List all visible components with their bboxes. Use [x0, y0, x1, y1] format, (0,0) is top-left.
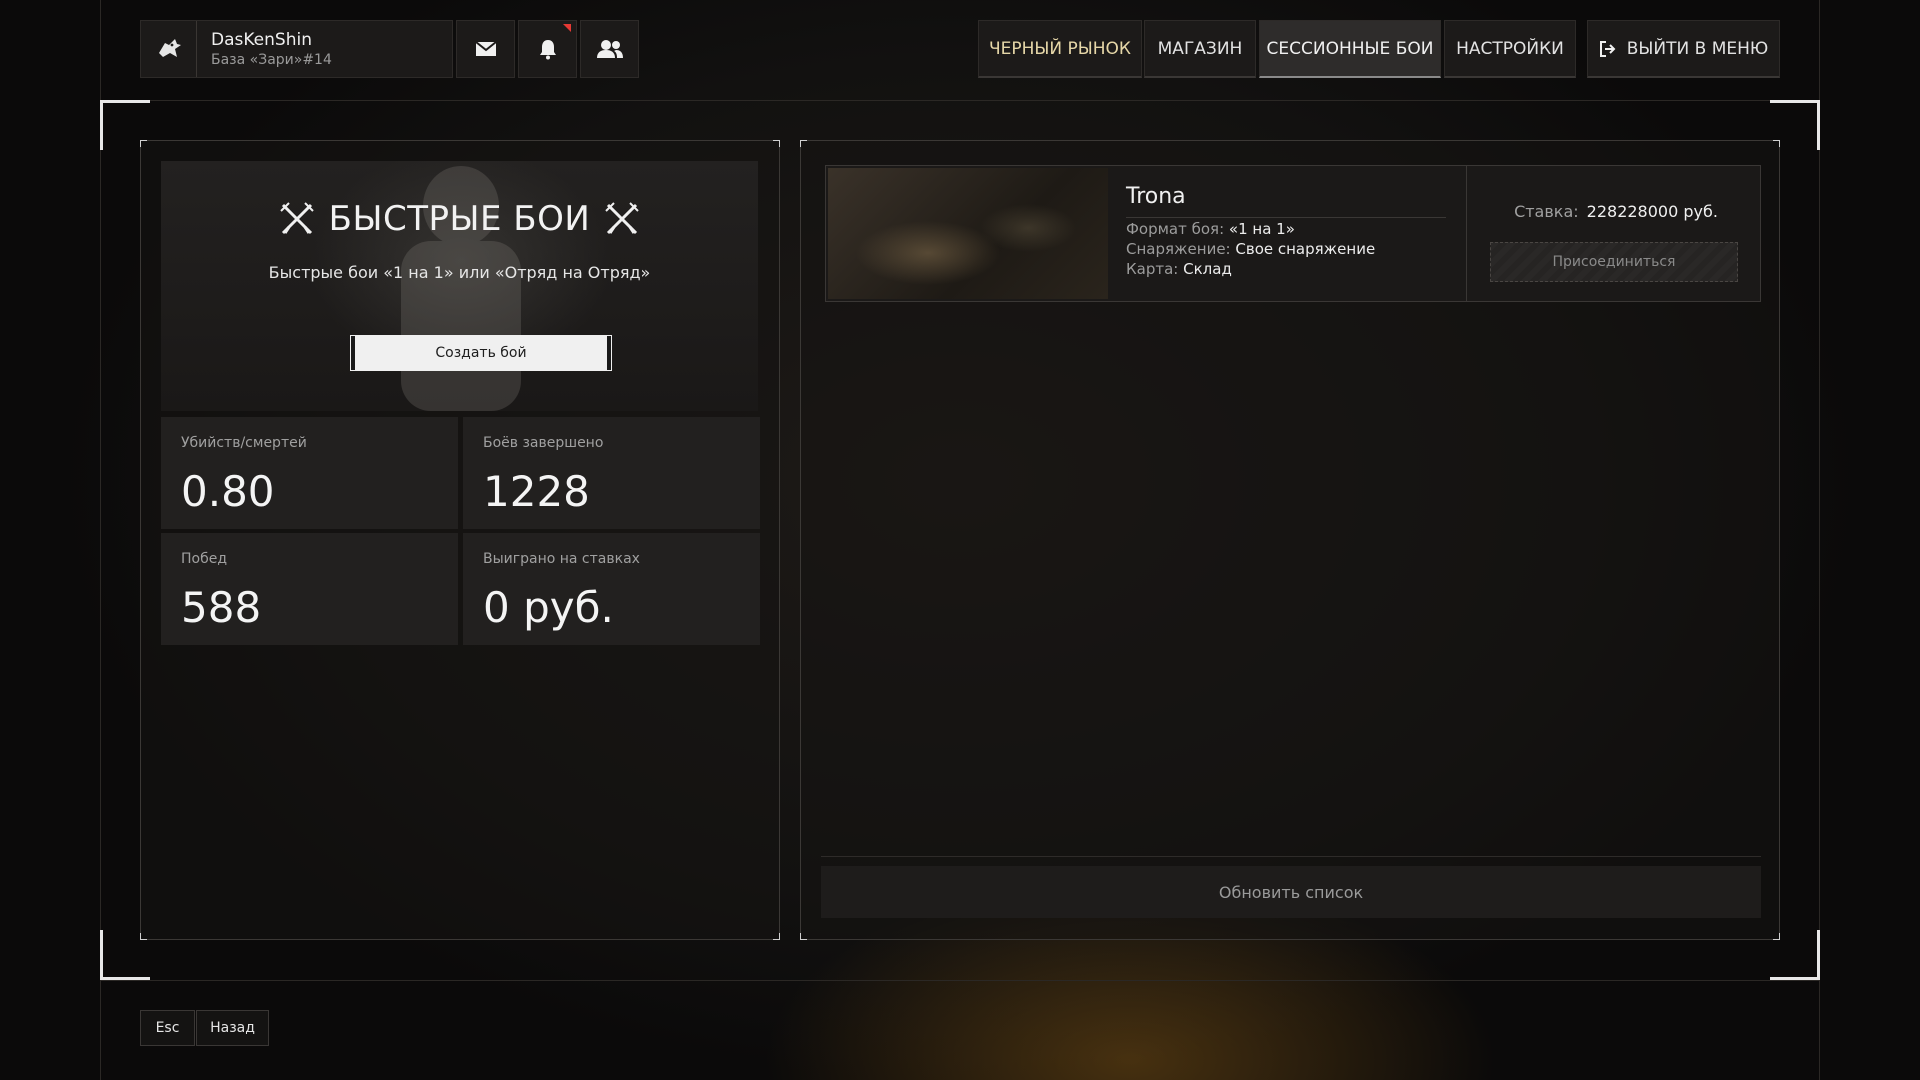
esc-key-hint[interactable]: Esc [140, 1010, 195, 1046]
lobby-name: Trona [1126, 184, 1446, 218]
refresh-list-button[interactable]: Обновить список [821, 866, 1761, 918]
mail-icon [474, 41, 497, 56]
exit-label: ВЫЙТИ В МЕНЮ [1626, 38, 1769, 59]
friends-icon [596, 40, 623, 58]
divider [821, 856, 1761, 857]
crossed-rifles-icon [605, 202, 640, 235]
stat-value: 0.80 [181, 467, 275, 516]
lobby-row[interactable]: Trona Формат боя: «1 на 1» Снаряжение: С… [825, 165, 1761, 302]
quick-battles-title: БЫСТРЫЕ БОИ [328, 199, 591, 239]
divider [1466, 166, 1467, 301]
stat-wins: Побед 588 [161, 533, 458, 645]
stat-bets-won: Выиграно на ставках 0 руб. [463, 533, 760, 645]
frame-line-left [100, 0, 101, 1080]
quick-battles-subtitle: Быстрые бои «1 на 1» или «Отряд на Отряд… [268, 263, 651, 282]
lobby-list-panel: Trona Формат боя: «1 на 1» Снаряжение: С… [800, 140, 1780, 940]
nav-black-market[interactable]: ЧЕРНЫЙ РЫНОК [978, 20, 1142, 78]
frame-line-bottom [100, 980, 1820, 981]
stat-kd: Убийств/смертей 0.80 [161, 417, 458, 529]
bell-icon [539, 40, 556, 60]
lobby-gear: Снаряжение: Свое снаряжение [1126, 240, 1376, 258]
notification-badge [563, 24, 571, 32]
exit-to-menu-button[interactable]: ВЫЙТИ В МЕНЮ [1587, 20, 1780, 78]
stat-label: Выиграно на ставках [483, 551, 640, 567]
frame-line-top [100, 100, 1820, 101]
stat-value: 0 руб. [483, 583, 614, 632]
back-button[interactable]: Назад [196, 1010, 269, 1046]
frame-line-right [1819, 0, 1820, 1080]
notifications-button[interactable] [518, 20, 577, 78]
stat-label: Боёв завершено [483, 435, 604, 451]
join-button[interactable]: Присоединиться [1490, 242, 1738, 282]
lobby-map: Карта: Склад [1126, 260, 1232, 278]
stat-value: 588 [181, 583, 262, 632]
quick-battles-panel: БЫСТРЫЕ БОИ Быстрые бои «1 на 1» или «От… [140, 140, 780, 940]
create-battle-button[interactable]: Создать бой [350, 335, 612, 371]
nav-session-battles[interactable]: СЕССИОННЫЕ БОИ [1259, 20, 1441, 78]
exit-icon [1599, 40, 1616, 57]
lobby-stake: Ставка: 228228000 руб. [1514, 202, 1718, 221]
nav-settings[interactable]: НАСТРОЙКИ [1444, 20, 1576, 78]
friends-button[interactable] [580, 20, 639, 78]
nav-shop[interactable]: МАГАЗИН [1144, 20, 1256, 78]
map-thumbnail [828, 168, 1108, 299]
profile-card[interactable]: DasKenShin База «Зари»#14 [140, 20, 453, 78]
lobby-format: Формат боя: «1 на 1» [1126, 220, 1295, 238]
crossed-rifles-icon [279, 202, 314, 235]
quick-battles-hero: БЫСТРЫЕ БОИ Быстрые бои «1 на 1» или «От… [161, 161, 758, 411]
player-nickname: DasKenShin [211, 30, 312, 50]
mail-button[interactable] [456, 20, 515, 78]
stat-label: Убийств/смертей [181, 435, 307, 451]
faction-logo-icon [141, 21, 197, 77]
player-base: База «Зари»#14 [211, 52, 332, 68]
stat-value: 1228 [483, 467, 590, 516]
stat-label: Побед [181, 551, 228, 567]
stat-battles-completed: Боёв завершено 1228 [463, 417, 760, 529]
